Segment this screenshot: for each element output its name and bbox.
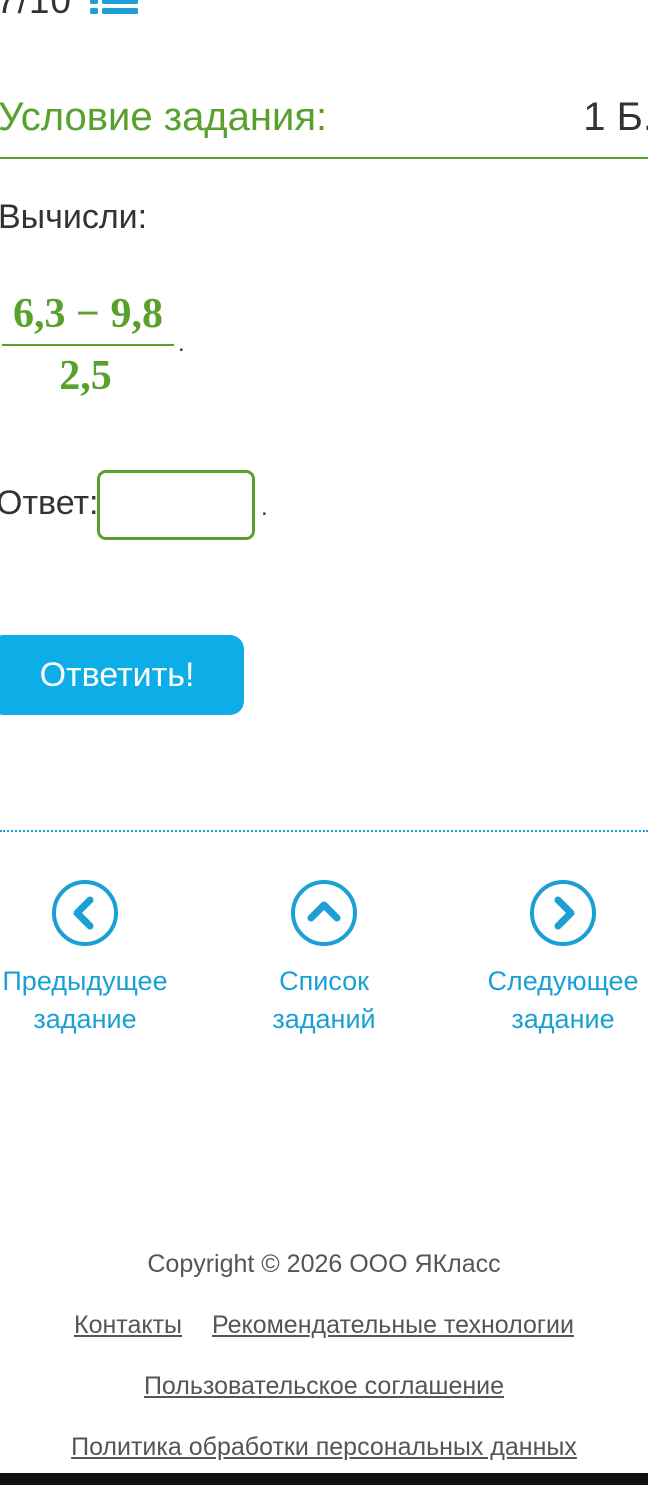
- previous-task-link[interactable]: Предыдущее задание: [0, 880, 195, 1038]
- task-header: Условие задания: 1 Б.: [0, 95, 648, 159]
- fraction-numerator: 6,3 − 9,8: [13, 291, 163, 337]
- answer-input[interactable]: [97, 470, 255, 540]
- chevron-up-circle-icon[interactable]: [291, 880, 357, 946]
- next-task-label[interactable]: Следующее задание: [453, 962, 648, 1038]
- expression-period: .: [178, 330, 185, 357]
- footer-links-row-1: Контакты Рекомендательные технологии: [0, 1306, 648, 1344]
- task-progress: 7/10: [0, 0, 139, 22]
- next-task-label-line1: Следующее: [487, 966, 639, 996]
- footer-links-row-3: Политика обработки персональных данных: [0, 1428, 648, 1466]
- previous-task-label[interactable]: Предыдущее задание: [0, 962, 195, 1038]
- submit-answer-button[interactable]: Ответить!: [0, 635, 244, 715]
- bottom-bar: [0, 1473, 648, 1485]
- task-list-label-line2: заданий: [272, 1004, 376, 1034]
- chevron-left-circle-icon[interactable]: [52, 880, 118, 946]
- page-footer: Copyright © 2026 ООО ЯКласс Контакты Реко…: [0, 1245, 648, 1466]
- next-task-label-line2: задание: [511, 1004, 615, 1034]
- section-divider: [0, 830, 648, 832]
- task-instruction: Вычисли:: [0, 198, 148, 236]
- answer-period: .: [261, 494, 268, 521]
- task-points: 1 Б.: [583, 95, 648, 139]
- previous-task-label-line2: задание: [33, 1004, 137, 1034]
- task-list-label-line1: Список: [279, 966, 369, 996]
- contacts-link[interactable]: Контакты: [74, 1311, 182, 1339]
- user-agreement-link[interactable]: Пользовательское соглашение: [144, 1372, 504, 1400]
- progress-counter: 7/10: [0, 0, 73, 21]
- footer-links-row-2: Пользовательское соглашение: [0, 1367, 648, 1405]
- math-fraction: 6,3 − 9,8 2,5: [0, 290, 176, 400]
- answer-label: Ответ:: [0, 484, 99, 522]
- fraction-denominator: 2,5: [59, 353, 112, 399]
- task-list-link[interactable]: Список заданий: [214, 880, 434, 1038]
- fraction-bar: [2, 344, 174, 346]
- privacy-policy-link[interactable]: Политика обработки персональных данных: [71, 1433, 577, 1461]
- task-title: Условие задания:: [0, 95, 328, 139]
- chevron-right-circle-icon[interactable]: [530, 880, 596, 946]
- previous-task-label-line1: Предыдущее: [2, 966, 168, 996]
- next-task-link[interactable]: Следующее задание: [453, 880, 648, 1038]
- recommendation-tech-link[interactable]: Рекомендательные технологии: [212, 1311, 574, 1339]
- copyright-text: Copyright © 2026 ООО ЯКласс: [147, 1250, 501, 1278]
- list-icon[interactable]: [90, 0, 139, 14]
- task-page: 7/10 Условие задания: 1 Б. Вычисли: 6,3 …: [0, 0, 648, 1485]
- task-list-label[interactable]: Список заданий: [214, 962, 434, 1038]
